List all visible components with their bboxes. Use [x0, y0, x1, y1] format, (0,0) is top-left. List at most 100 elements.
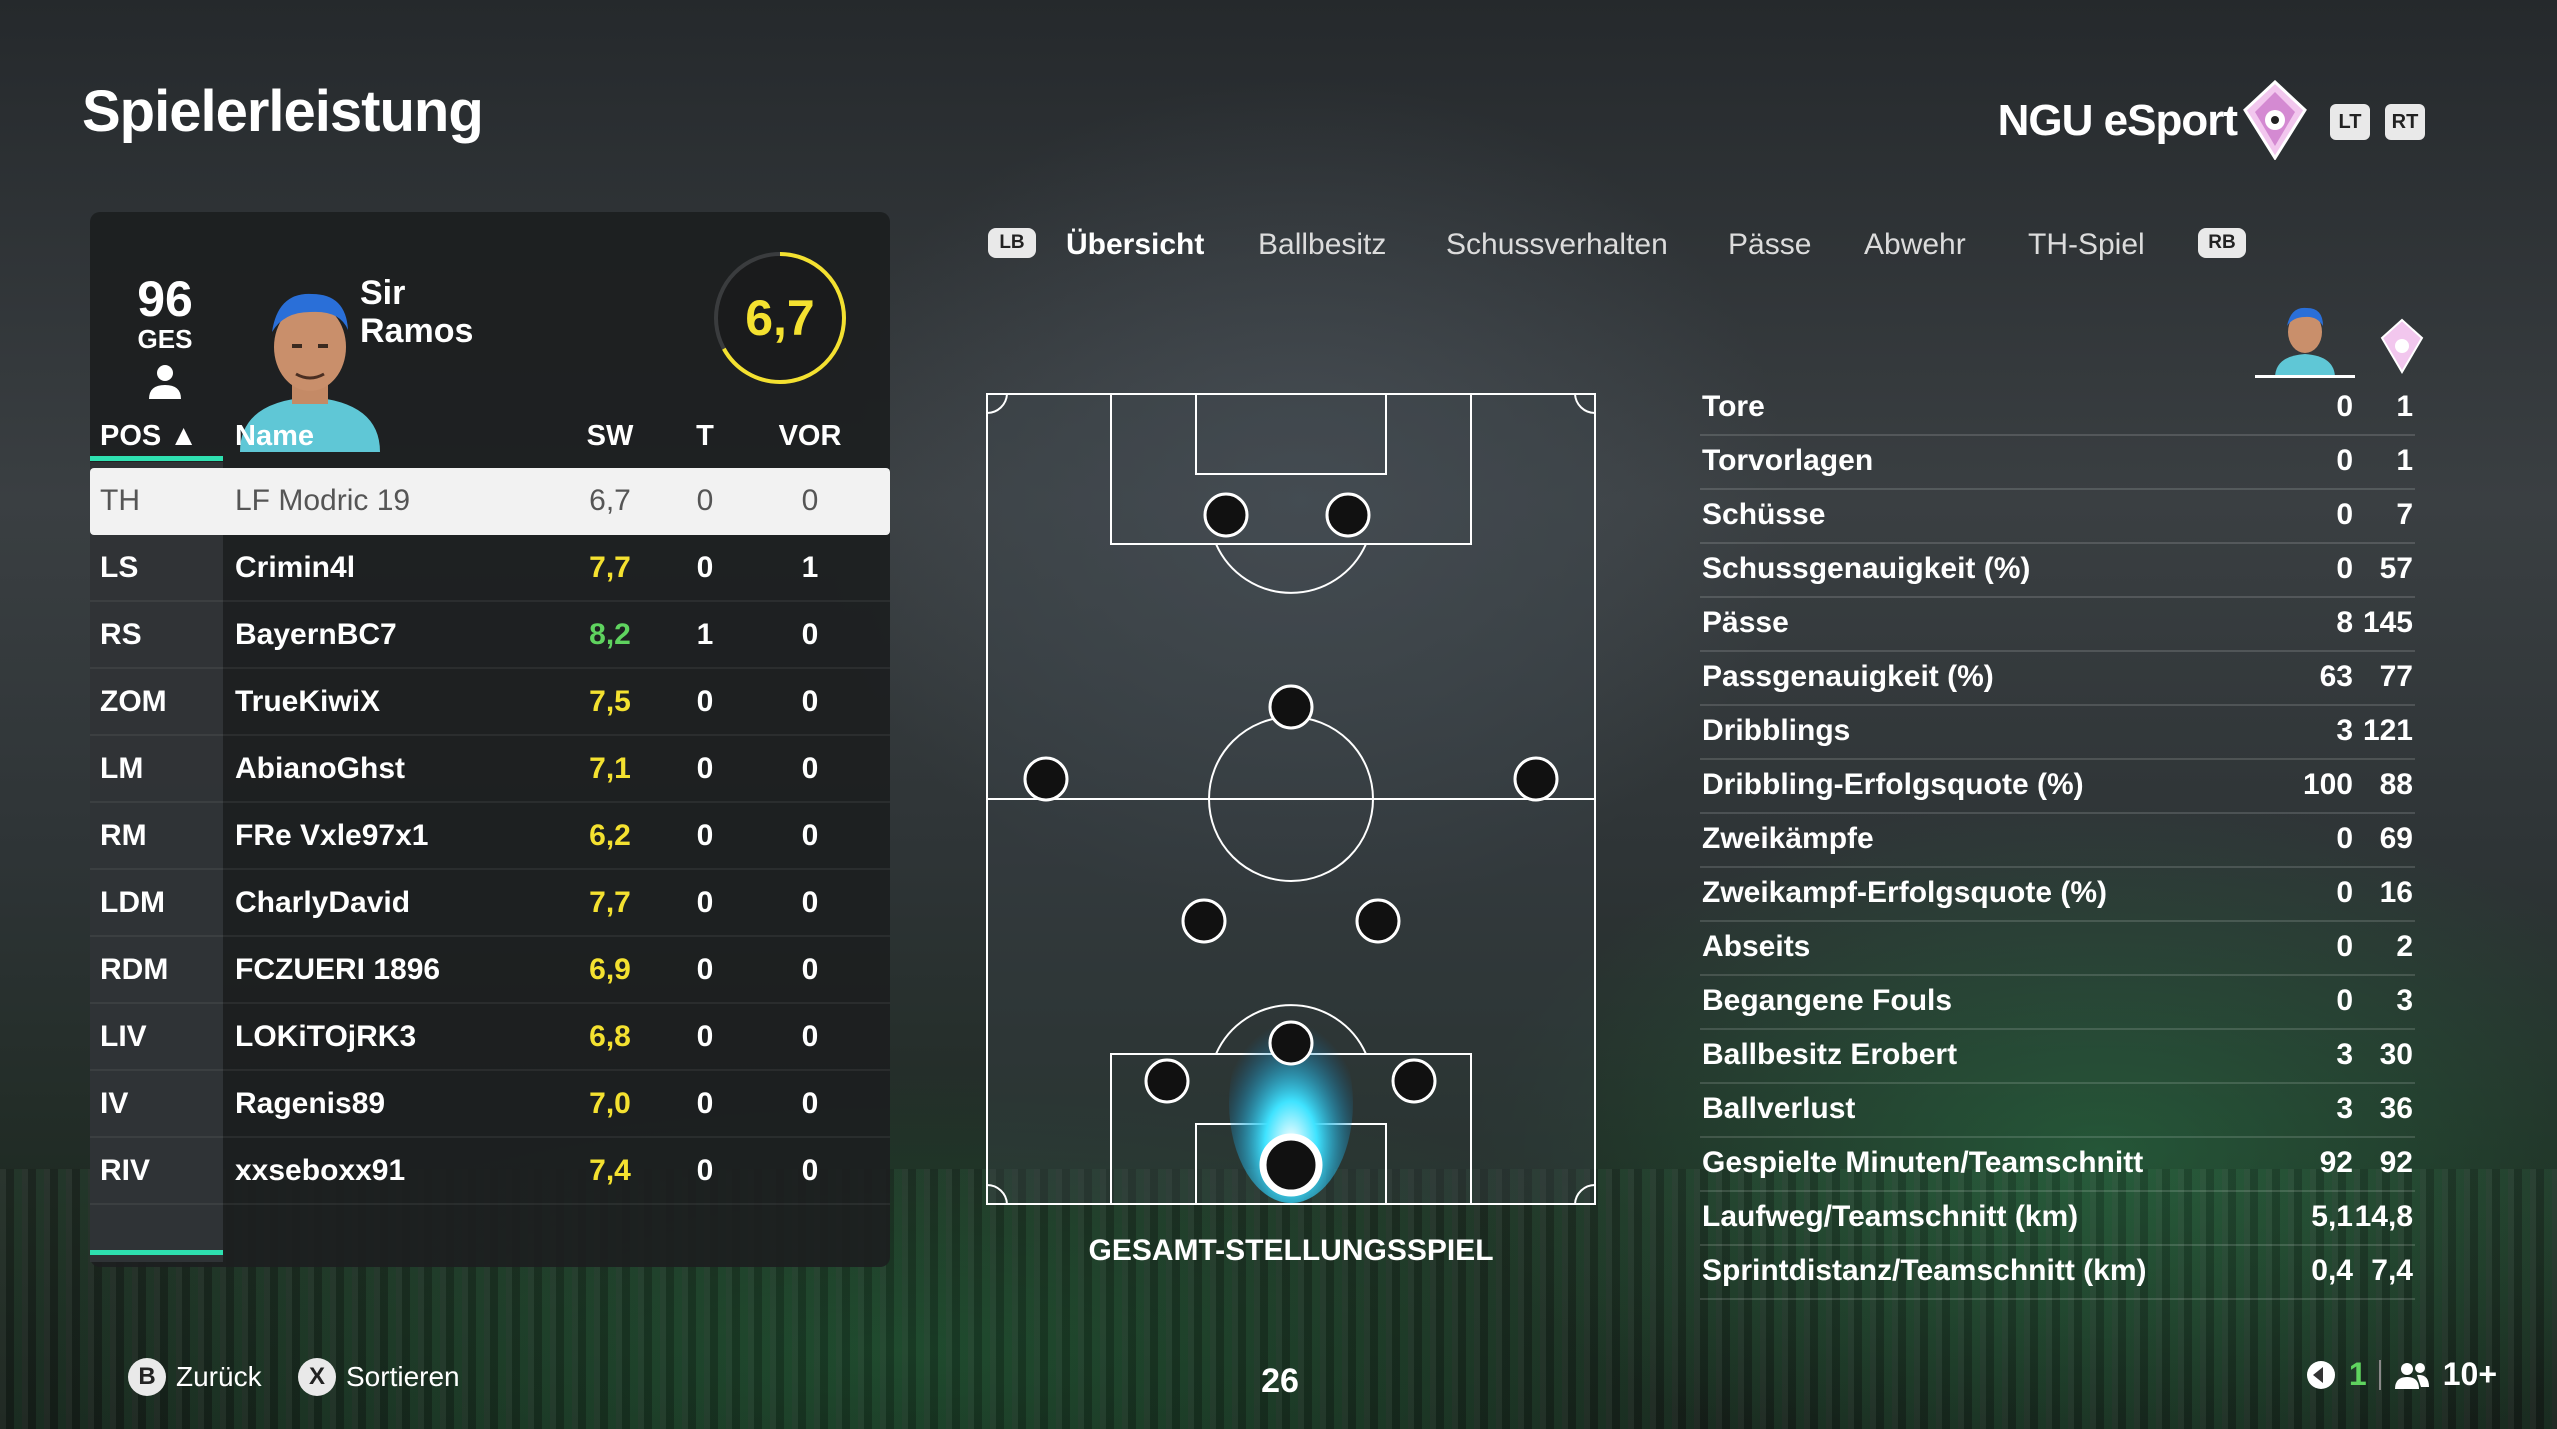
stat-row: Zweikämpfe 0 69 [1700, 814, 2415, 868]
table-row[interactable]: RM FRe Vxle97x1 6,2 0 0 [90, 803, 890, 870]
goals-cell: 0 [696, 1020, 714, 1053]
tab-ballbesitz[interactable]: Ballbesitz [1258, 228, 1386, 262]
table-row[interactable]: LM AbianoGhst 7,1 0 0 [90, 736, 890, 803]
tab-uebersicht[interactable]: Übersicht [1066, 228, 1204, 262]
goals-cell: 0 [696, 1154, 714, 1187]
stat-label: Begangene Fouls [1702, 984, 1953, 1017]
stat-label: Laufweg/Teamschnitt (km) [1702, 1200, 2079, 1233]
team-stats-crest-icon [2380, 318, 2424, 374]
table-row[interactable]: TH LF Modric 19 6,7 0 0 [90, 468, 890, 535]
stat-player-value: 0 [2336, 822, 2353, 855]
assists-cell: 0 [801, 819, 819, 852]
stat-player-value: 3 [2336, 1038, 2353, 1071]
tab-schussverhalten[interactable]: Schussverhalten [1446, 228, 1668, 262]
header-pos[interactable]: POS ▲ [100, 420, 198, 453]
stats-table: Tore 0 1 Torvorlagen 0 1 Schüsse 0 7 Schussgenaui… [1700, 382, 2415, 1300]
x-button-icon[interactable]: X [298, 1358, 336, 1396]
tab-th-spiel[interactable]: TH-Spiel [2028, 228, 2145, 262]
stat-label: Zweikampf-Erfolgsquote (%) [1702, 876, 2108, 909]
voice-count: 1 [2348, 1356, 2367, 1392]
goals-cell: 0 [696, 886, 714, 919]
header-sw[interactable]: SW [570, 420, 650, 453]
stat-team-value: 2 [2396, 930, 2413, 963]
position-cell: LDM [100, 886, 165, 919]
player-name-cell: CharlyDavid [235, 886, 411, 919]
stat-player-value: 0,4 [2311, 1254, 2353, 1287]
stat-label: Gespielte Minuten/Teamschnitt [1702, 1146, 2144, 1179]
table-row[interactable]: ZOM TrueKiwiX 7,5 0 0 [90, 669, 890, 736]
assists-cell: 0 [801, 953, 819, 986]
player-marker-riv [1391, 1058, 1437, 1104]
stat-label: Zweikämpfe [1702, 822, 1874, 855]
stat-row: Tore 0 1 [1700, 382, 2415, 436]
player-name-cell: Ragenis89 [235, 1087, 386, 1120]
position-cell: ZOM [100, 685, 167, 718]
stat-row: Begangene Fouls 0 3 [1700, 976, 2415, 1030]
position-column-accent [90, 1250, 223, 1255]
rating-cell: 6,2 [589, 819, 631, 852]
header-t[interactable]: T [680, 420, 730, 453]
team-crest-icon [2243, 80, 2307, 160]
stat-player-value: 0 [2336, 552, 2353, 585]
rating-cell: 7,7 [589, 886, 631, 919]
goals-cell: 0 [696, 551, 714, 584]
player-last-name: Ramos [360, 312, 474, 350]
player-marker-rdm [1355, 898, 1401, 944]
stat-row: Torvorlagen 0 1 [1700, 436, 2415, 490]
rating-cell: 6,9 [589, 953, 631, 986]
stat-row: Dribbling-Erfolgsquote (%) 100 88 [1700, 760, 2415, 814]
stat-label: Dribblings [1702, 714, 1851, 747]
stat-label: Torvorlagen [1702, 444, 1874, 477]
b-button-icon[interactable]: B [128, 1358, 166, 1396]
assists-cell: 0 [801, 1087, 819, 1120]
stat-label: Sprintdistanz/Teamschnitt (km) [1702, 1254, 2147, 1287]
stat-team-value: 145 [2362, 606, 2413, 639]
stat-team-value: 69 [2379, 822, 2413, 855]
match-rating-value: 6,7 [745, 290, 815, 346]
player-marker-ldm [1181, 898, 1227, 944]
table-row[interactable]: LS Crimin4l 7,7 0 1 [90, 535, 890, 602]
table-row[interactable]: RIV xxseboxx91 7,4 0 0 [90, 1138, 890, 1205]
tab-paesse[interactable]: Pässe [1728, 228, 1811, 262]
lt-trigger-button[interactable]: LT [2330, 104, 2370, 140]
stat-row: Gespielte Minuten/Teamschnitt 92 92 [1700, 1138, 2415, 1192]
stat-row: Passgenauigkeit (%) 63 77 [1700, 652, 2415, 706]
stat-player-value: 0 [2336, 390, 2353, 423]
header-name[interactable]: Name [235, 420, 314, 453]
stat-row: Zweikampf-Erfolgsquote (%) 0 16 [1700, 868, 2415, 922]
stat-label: Dribbling-Erfolgsquote (%) [1702, 768, 2084, 801]
stat-team-value: 92 [2379, 1146, 2413, 1179]
goals-cell: 0 [696, 1087, 714, 1120]
stat-team-value: 3 [2396, 984, 2413, 1017]
position-cell: IV [100, 1087, 129, 1120]
rt-trigger-button[interactable]: RT [2385, 104, 2425, 140]
table-row[interactable]: LDM CharlyDavid 7,7 0 0 [90, 870, 890, 937]
players-icon [2394, 1362, 2429, 1389]
player-name-cell: AbianoGhst [235, 752, 405, 785]
stat-label: Schussgenauigkeit (%) [1702, 552, 2031, 585]
stat-row: Sprintdistanz/Teamschnitt (km) 0,4 7,4 [1700, 1246, 2415, 1300]
table-row[interactable]: IV Ragenis89 7,0 0 0 [90, 1071, 890, 1138]
overall-label: GES [137, 324, 193, 354]
back-label[interactable]: Zurück [176, 1361, 262, 1393]
player-marker-rm [1513, 756, 1559, 802]
positioning-pitch [986, 393, 1596, 1205]
sort-action[interactable]: X Sortieren [298, 1358, 460, 1396]
assists-cell: 0 [801, 886, 819, 919]
rating-cell: 7,4 [589, 1154, 631, 1187]
rb-bumper-button[interactable]: RB [2198, 228, 2246, 258]
lb-bumper-button[interactable]: LB [988, 228, 1036, 258]
header-vor[interactable]: VOR [775, 420, 845, 453]
stat-row: Schussgenauigkeit (%) 0 57 [1700, 544, 2415, 598]
stat-row: Schüsse 0 7 [1700, 490, 2415, 544]
stat-player-value: 92 [2319, 1146, 2353, 1179]
table-row[interactable]: RDM FCZUERI 1896 6,9 0 0 [90, 937, 890, 1004]
position-cell: LS [100, 551, 139, 584]
back-action[interactable]: B Zurück [128, 1358, 262, 1396]
player-name-cell: FCZUERI 1896 [235, 953, 441, 986]
table-row[interactable]: LIV LOKiTOjRK3 6,8 0 0 [90, 1004, 890, 1071]
stat-team-value: 30 [2379, 1038, 2413, 1071]
sort-label[interactable]: Sortieren [346, 1361, 460, 1393]
tab-abwehr[interactable]: Abwehr [1864, 228, 1966, 262]
table-row[interactable]: RS BayernBC7 8,2 1 0 [90, 602, 890, 669]
